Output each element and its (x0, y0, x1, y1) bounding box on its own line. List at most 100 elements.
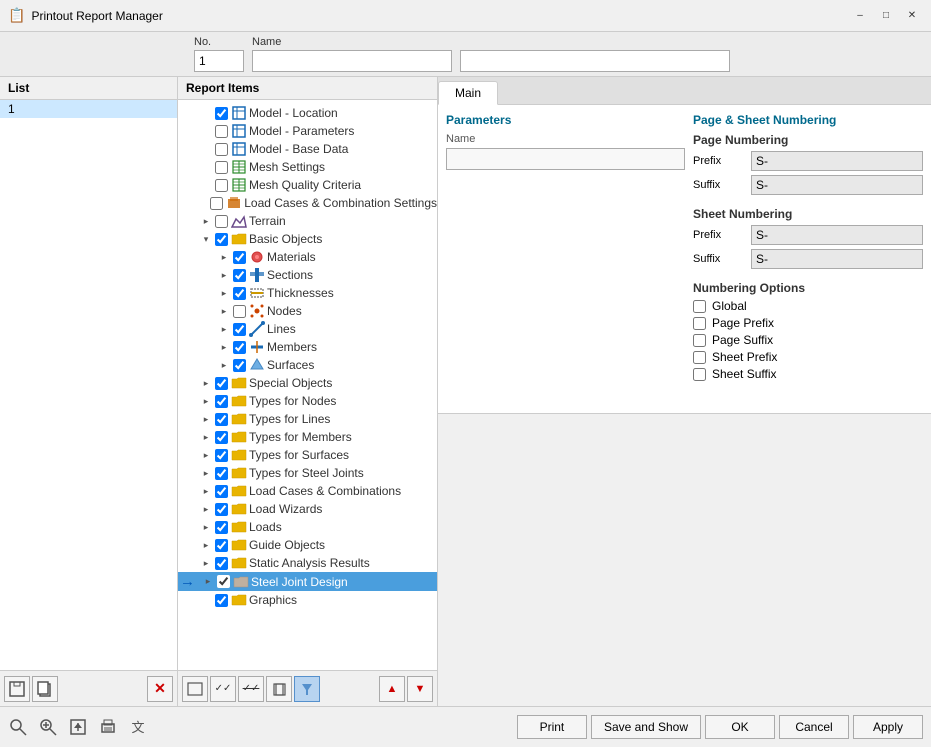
name-param-input[interactable] (446, 148, 685, 170)
tree-checkbox-loads[interactable] (215, 521, 228, 534)
language-button[interactable]: 文 (124, 713, 152, 741)
tree-checkbox-types-nodes[interactable] (215, 395, 228, 408)
print-icon-button[interactable] (94, 713, 122, 741)
tree-expander[interactable]: ▸ (218, 359, 230, 371)
extra-input[interactable] (460, 50, 730, 72)
tree-checkbox-materials[interactable] (233, 251, 246, 264)
tree-item-nodes[interactable]: ▸Nodes (178, 302, 437, 320)
tree-item-sections[interactable]: ▸Sections (178, 266, 437, 284)
tree-expander[interactable]: ▸ (200, 395, 212, 407)
delete-list-button[interactable]: ✕ (147, 676, 173, 702)
tree-checkbox-graphics[interactable] (215, 594, 228, 607)
tree-area[interactable]: Model - LocationModel - ParametersModel … (178, 100, 437, 670)
tree-item-graphics[interactable]: Graphics (178, 591, 437, 609)
copy-items-button[interactable] (266, 676, 292, 702)
option-global-checkbox[interactable] (693, 300, 706, 313)
new-item-button[interactable] (182, 676, 208, 702)
copy-window-button[interactable] (32, 676, 58, 702)
tree-expander[interactable]: ▸ (200, 431, 212, 443)
tree-checkbox-load-cases-combo[interactable] (210, 197, 223, 210)
tree-checkbox-special-objects[interactable] (215, 377, 228, 390)
tree-item-model-location[interactable]: Model - Location (178, 104, 437, 122)
page-suffix-input[interactable] (751, 175, 923, 195)
tree-item-mesh-quality[interactable]: Mesh Quality Criteria (178, 176, 437, 194)
tree-item-steel-joint-design[interactable]: →▸Steel Joint Design (178, 572, 437, 591)
option-page-prefix-checkbox[interactable] (693, 317, 706, 330)
print-button[interactable]: Print (517, 715, 587, 739)
tree-expander[interactable]: ▸ (200, 449, 212, 461)
tree-checkbox-mesh-settings[interactable] (215, 161, 228, 174)
tree-item-basic-objects[interactable]: ▾Basic Objects (178, 230, 437, 248)
tree-item-load-cases-combinations[interactable]: ▸Load Cases & Combinations (178, 482, 437, 500)
uncheck-all-button[interactable]: ✓✓ (238, 676, 264, 702)
list-item[interactable]: 1 (0, 100, 177, 118)
add-window-button[interactable] (4, 676, 30, 702)
tree-checkbox-model-base-data[interactable] (215, 143, 228, 156)
tree-expander[interactable]: ▸ (200, 503, 212, 515)
tree-checkbox-model-location[interactable] (215, 107, 228, 120)
tree-checkbox-steel-joint-design[interactable] (217, 575, 230, 588)
tree-checkbox-load-cases-combinations[interactable] (215, 485, 228, 498)
maximize-button[interactable]: □ (875, 5, 897, 27)
ok-button[interactable]: OK (705, 715, 775, 739)
tree-checkbox-static-analysis[interactable] (215, 557, 228, 570)
tree-item-types-steel-joints[interactable]: ▸Types for Steel Joints (178, 464, 437, 482)
save-show-button[interactable]: Save and Show (591, 715, 701, 739)
tree-checkbox-thicknesses[interactable] (233, 287, 246, 300)
tree-checkbox-model-parameters[interactable] (215, 125, 228, 138)
tree-checkbox-guide-objects[interactable] (215, 539, 228, 552)
tree-expander[interactable]: ▸ (202, 576, 214, 588)
cancel-button[interactable]: Cancel (779, 715, 849, 739)
tree-item-types-nodes[interactable]: ▸Types for Nodes (178, 392, 437, 410)
minimize-button[interactable]: – (849, 5, 871, 27)
tree-expander[interactable]: ▸ (218, 287, 230, 299)
close-button[interactable]: ✕ (901, 5, 923, 27)
tree-expander[interactable]: ▸ (200, 485, 212, 497)
tree-item-static-analysis[interactable]: ▸Static Analysis Results (178, 554, 437, 572)
tree-checkbox-mesh-quality[interactable] (215, 179, 228, 192)
tree-item-guide-objects[interactable]: ▸Guide Objects (178, 536, 437, 554)
tree-expander[interactable]: ▸ (200, 377, 212, 389)
filter-button[interactable] (294, 676, 320, 702)
tree-item-terrain[interactable]: ▸Terrain (178, 212, 437, 230)
tree-item-load-cases-combo[interactable]: Load Cases & Combination Settings (178, 194, 437, 212)
tree-expander[interactable]: ▸ (218, 323, 230, 335)
tree-checkbox-members[interactable] (233, 341, 246, 354)
tree-expander[interactable]: ▸ (218, 251, 230, 263)
tree-expander[interactable]: ▸ (200, 521, 212, 533)
tree-expander[interactable]: ▸ (218, 305, 230, 317)
tree-expander[interactable]: ▸ (218, 341, 230, 353)
tree-checkbox-types-members[interactable] (215, 431, 228, 444)
tree-checkbox-terrain[interactable] (215, 215, 228, 228)
tree-item-model-parameters[interactable]: Model - Parameters (178, 122, 437, 140)
tree-item-load-wizards[interactable]: ▸Load Wizards (178, 500, 437, 518)
tree-expander[interactable]: ▸ (200, 215, 212, 227)
tree-checkbox-nodes[interactable] (233, 305, 246, 318)
name-input[interactable] (252, 50, 452, 72)
tree-item-lines[interactable]: ▸Lines (178, 320, 437, 338)
sheet-prefix-input[interactable] (751, 225, 923, 245)
sheet-suffix-input[interactable] (751, 249, 923, 269)
tree-checkbox-basic-objects[interactable] (215, 233, 228, 246)
tree-expander[interactable]: ▸ (218, 269, 230, 281)
tree-checkbox-types-steel-joints[interactable] (215, 467, 228, 480)
tree-checkbox-sections[interactable] (233, 269, 246, 282)
tree-expander[interactable]: ▸ (200, 539, 212, 551)
tab-main[interactable]: Main (438, 81, 498, 105)
tree-item-surfaces[interactable]: ▸Surfaces (178, 356, 437, 374)
check-all-button[interactable]: ✓✓ (210, 676, 236, 702)
tree-checkbox-types-lines[interactable] (215, 413, 228, 426)
option-sheet-prefix-checkbox[interactable] (693, 351, 706, 364)
tree-item-types-surfaces[interactable]: ▸Types for Surfaces (178, 446, 437, 464)
tree-expander[interactable]: ▾ (200, 233, 212, 245)
tree-checkbox-types-surfaces[interactable] (215, 449, 228, 462)
tree-item-special-objects[interactable]: ▸Special Objects (178, 374, 437, 392)
tree-expander[interactable]: ▸ (200, 467, 212, 479)
tree-checkbox-load-wizards[interactable] (215, 503, 228, 516)
tree-expander[interactable]: ▸ (200, 413, 212, 425)
tree-item-materials[interactable]: ▸Materials (178, 248, 437, 266)
apply-button[interactable]: Apply (853, 715, 923, 739)
page-prefix-input[interactable] (751, 151, 923, 171)
tree-item-thicknesses[interactable]: ▸Thicknesses (178, 284, 437, 302)
move-up-button[interactable]: ▲ (379, 676, 405, 702)
